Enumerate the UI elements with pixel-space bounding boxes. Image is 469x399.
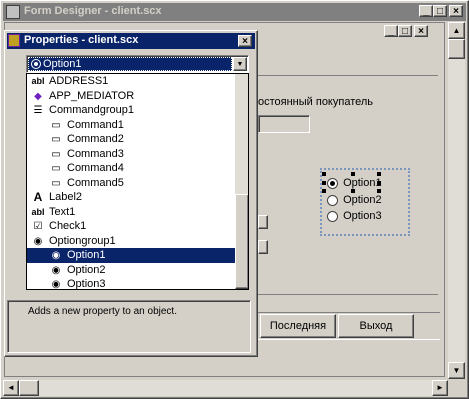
object-list-item[interactable]: ◉ Option2 [27, 263, 235, 278]
object-list-item-label: Command3 [67, 147, 124, 160]
form-option3-label: Option3 [343, 210, 382, 222]
object-dropdown-value: Option1 [43, 58, 82, 70]
object-list-item[interactable]: ▭ Command2 [27, 132, 235, 147]
command-button-icon: ▭ [51, 177, 61, 189]
form-small-button-2[interactable] [258, 240, 268, 254]
object-list[interactable]: abl ADDRESS1 ◆ APP_MEDIATOR ☰ Commandgroup1 ▭ C… [26, 73, 249, 290]
commandgroup-icon: ☰ [33, 105, 43, 116]
horizontal-scrollbar[interactable] [3, 380, 448, 396]
selection-handle[interactable] [351, 189, 355, 193]
command-button-icon: ▭ [51, 134, 61, 145]
radio-icon [327, 194, 338, 206]
maximize-button[interactable]: □ [433, 5, 447, 17]
object-list-item-label: Option3 [67, 278, 106, 290]
option-button-icon [31, 59, 41, 69]
selection-handle[interactable] [377, 172, 381, 176]
object-list-item[interactable]: ▭ Command5 [27, 176, 235, 191]
object-list-item-label: Command4 [67, 162, 124, 174]
form-small-button-1[interactable] [258, 215, 268, 229]
object-list-item-label: Label2 [49, 191, 83, 203]
selection-handle[interactable] [322, 189, 326, 193]
selection-handle[interactable] [377, 189, 381, 193]
object-list-item-label: Optiongroup1 [49, 234, 116, 247]
object-list-item[interactable]: ◆ APP_MEDIATOR [27, 89, 235, 104]
minimize-button[interactable]: _ [419, 5, 433, 17]
form-option2-label: Option2 [343, 194, 382, 206]
form-textbox[interactable] [258, 115, 310, 133]
form-option1[interactable]: Option1 [327, 177, 382, 189]
form-canvas-divider [258, 75, 438, 76]
object-list-item-label: Text1 [49, 205, 76, 218]
object-list-item-label: Command5 [67, 176, 124, 189]
option-button-icon: ◉ [51, 279, 61, 290]
object-list-item-label: ADDRESS1 [49, 75, 109, 87]
scroll-thumb[interactable] [448, 39, 465, 59]
option-button-icon: ◉ [51, 250, 61, 261]
properties-title: Properties - client.scx [24, 34, 139, 46]
selection-handle[interactable] [351, 172, 355, 176]
form-option3[interactable]: Option3 [327, 210, 382, 222]
vertical-scrollbar[interactable] [448, 22, 465, 379]
label-icon: A [33, 190, 43, 204]
command-button-icon: ▭ [51, 119, 61, 131]
optiongroup-icon: ◉ [33, 235, 43, 247]
object-list-item-label: Option2 [67, 263, 106, 276]
object-list-item[interactable]: ◉ Option1 [27, 248, 235, 263]
object-list-item-label: APP_MEDIATOR [49, 89, 135, 102]
app-icon [6, 5, 20, 19]
object-list-item[interactable]: ☑ Check1 [27, 219, 235, 234]
textbox-icon: abl [31, 206, 45, 217]
object-list-item[interactable]: ▭ Command3 [27, 147, 235, 162]
option-button-icon: ◉ [51, 264, 61, 276]
checkbox-icon: ☑ [33, 221, 43, 232]
scroll-right-button[interactable]: ► [432, 380, 448, 396]
object-list-item-label: Commandgroup1 [49, 104, 134, 116]
object-list-item[interactable]: abl Text1 [27, 205, 235, 220]
selection-handle[interactable] [322, 181, 326, 185]
object-list-item-label: Check1 [49, 220, 87, 232]
object-list-item-label: Command2 [67, 133, 124, 145]
object-list-items: abl ADDRESS1 ◆ APP_MEDIATOR ☰ Commandgroup1 ▭ C… [27, 74, 235, 290]
properties-close-button[interactable]: × [238, 35, 252, 47]
radio-checked-icon [327, 177, 338, 189]
inner-maximize-button[interactable]: □ [398, 25, 412, 37]
object-list-item[interactable]: abl ADDRESS1 [27, 74, 235, 89]
customer-label: остоянный покупатель [258, 96, 374, 108]
exit-button[interactable]: Выход [338, 314, 414, 338]
object-list-item[interactable]: ☰ Commandgroup1 [27, 103, 235, 118]
object-list-item[interactable]: ◉ Optiongroup1 [27, 234, 235, 249]
form-designer-title: Form Designer - client.scx [24, 5, 162, 17]
scroll-up-button[interactable]: ▲ [448, 22, 465, 39]
last-button[interactable]: Последняя [260, 314, 336, 338]
properties-app-icon [8, 34, 20, 47]
dropdown-arrow-button[interactable]: ▼ [233, 57, 247, 71]
inner-close-button[interactable]: × [414, 25, 428, 37]
hscroll-thumb[interactable] [19, 380, 39, 396]
description-text: Adds a new property to an object. [28, 306, 177, 317]
inner-minimize-button[interactable]: _ [384, 25, 398, 37]
object-list-item[interactable]: A Label2 [27, 190, 235, 205]
command-button-icon: ▭ [51, 148, 61, 160]
form-option2[interactable]: Option2 [327, 194, 382, 206]
object-list-item-label: Command1 [67, 118, 124, 131]
list-scroll-thumb[interactable] [235, 194, 248, 289]
form-canvas-divider-2 [258, 294, 438, 295]
command-button-icon: ▭ [51, 163, 61, 174]
object-list-item[interactable]: ▭ Command1 [27, 118, 235, 133]
scroll-left-button[interactable]: ◄ [3, 380, 19, 396]
close-button[interactable]: × [449, 5, 463, 17]
object-list-item[interactable]: ▭ Command4 [27, 161, 235, 176]
selection-handle[interactable] [322, 172, 326, 176]
textbox-icon: abl [31, 76, 45, 86]
radio-icon [327, 210, 338, 222]
scroll-down-button[interactable]: ▼ [448, 362, 465, 379]
custom-object-icon: ◆ [34, 90, 42, 102]
object-list-item[interactable]: ◉ Option3 [27, 277, 235, 290]
object-list-item-label: Option1 [67, 249, 106, 261]
form-option1-label: Option1 [343, 177, 382, 189]
